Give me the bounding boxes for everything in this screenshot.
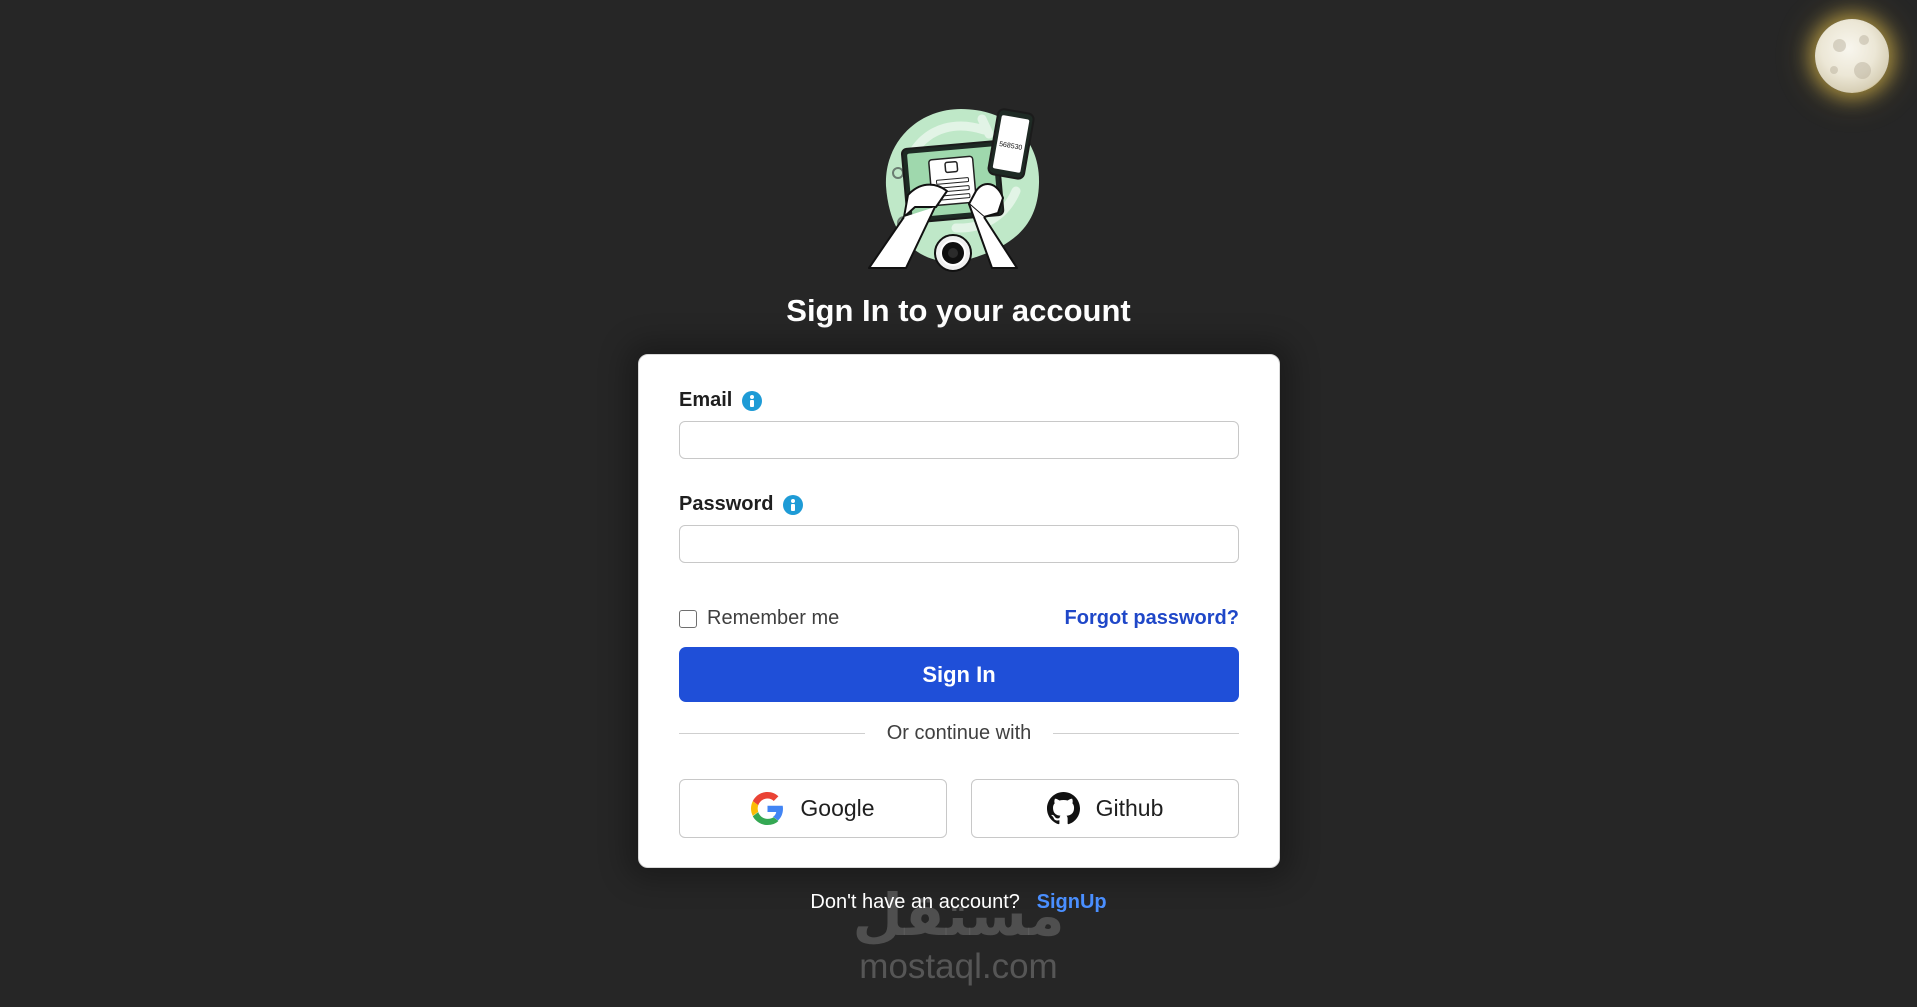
email-field[interactable] (679, 421, 1239, 459)
email-label-group: Email (679, 389, 763, 412)
remember-me-label: Remember me (707, 607, 840, 629)
moon-crater (1854, 62, 1871, 79)
divider-line (1053, 733, 1239, 734)
password-label: Password (679, 493, 774, 515)
google-button-label: Google (800, 795, 875, 821)
moon-crater (1830, 66, 1838, 74)
sync-arrows (977, 114, 994, 139)
login-illustration: 568530 (868, 108, 1040, 272)
password-field[interactable] (679, 525, 1239, 563)
sign-in-button[interactable]: Sign In (679, 647, 1239, 702)
signup-spacer (1025, 891, 1031, 913)
remember-me-checkbox[interactable] (679, 609, 697, 628)
remember-me-checkbox-group[interactable]: Remember me (679, 607, 839, 630)
moon-crater (1859, 35, 1869, 45)
google-sign-in-button[interactable]: Google (679, 779, 947, 838)
signup-prompt: Don't have an account? SignUp (0, 890, 1917, 914)
signup-link[interactable]: SignUp (1037, 891, 1107, 913)
email-info-icon[interactable] (742, 390, 763, 411)
no-account-text: Don't have an account? (810, 891, 1020, 913)
google-icon (751, 792, 784, 825)
page-title: Sign In to your account (786, 293, 1131, 328)
mostaql-watermark: mostaql.com (859, 947, 1058, 986)
theme-toggle-moon-icon[interactable] (1815, 19, 1889, 93)
github-button-label: Github (1095, 795, 1164, 821)
github-sign-in-button[interactable]: Github (971, 779, 1239, 838)
coffee-cup (934, 234, 972, 272)
password-label-group: Password (679, 493, 804, 516)
github-icon (1046, 792, 1080, 825)
password-info-icon[interactable] (783, 494, 804, 515)
continue-divider: Or continue with (679, 721, 1239, 745)
forgot-password-link[interactable]: Forgot password? (1065, 607, 1239, 630)
email-label: Email (679, 389, 733, 411)
sign-in-card: Email Password Remember me Forgot passwo… (638, 354, 1280, 868)
moon-crater (1833, 39, 1846, 52)
